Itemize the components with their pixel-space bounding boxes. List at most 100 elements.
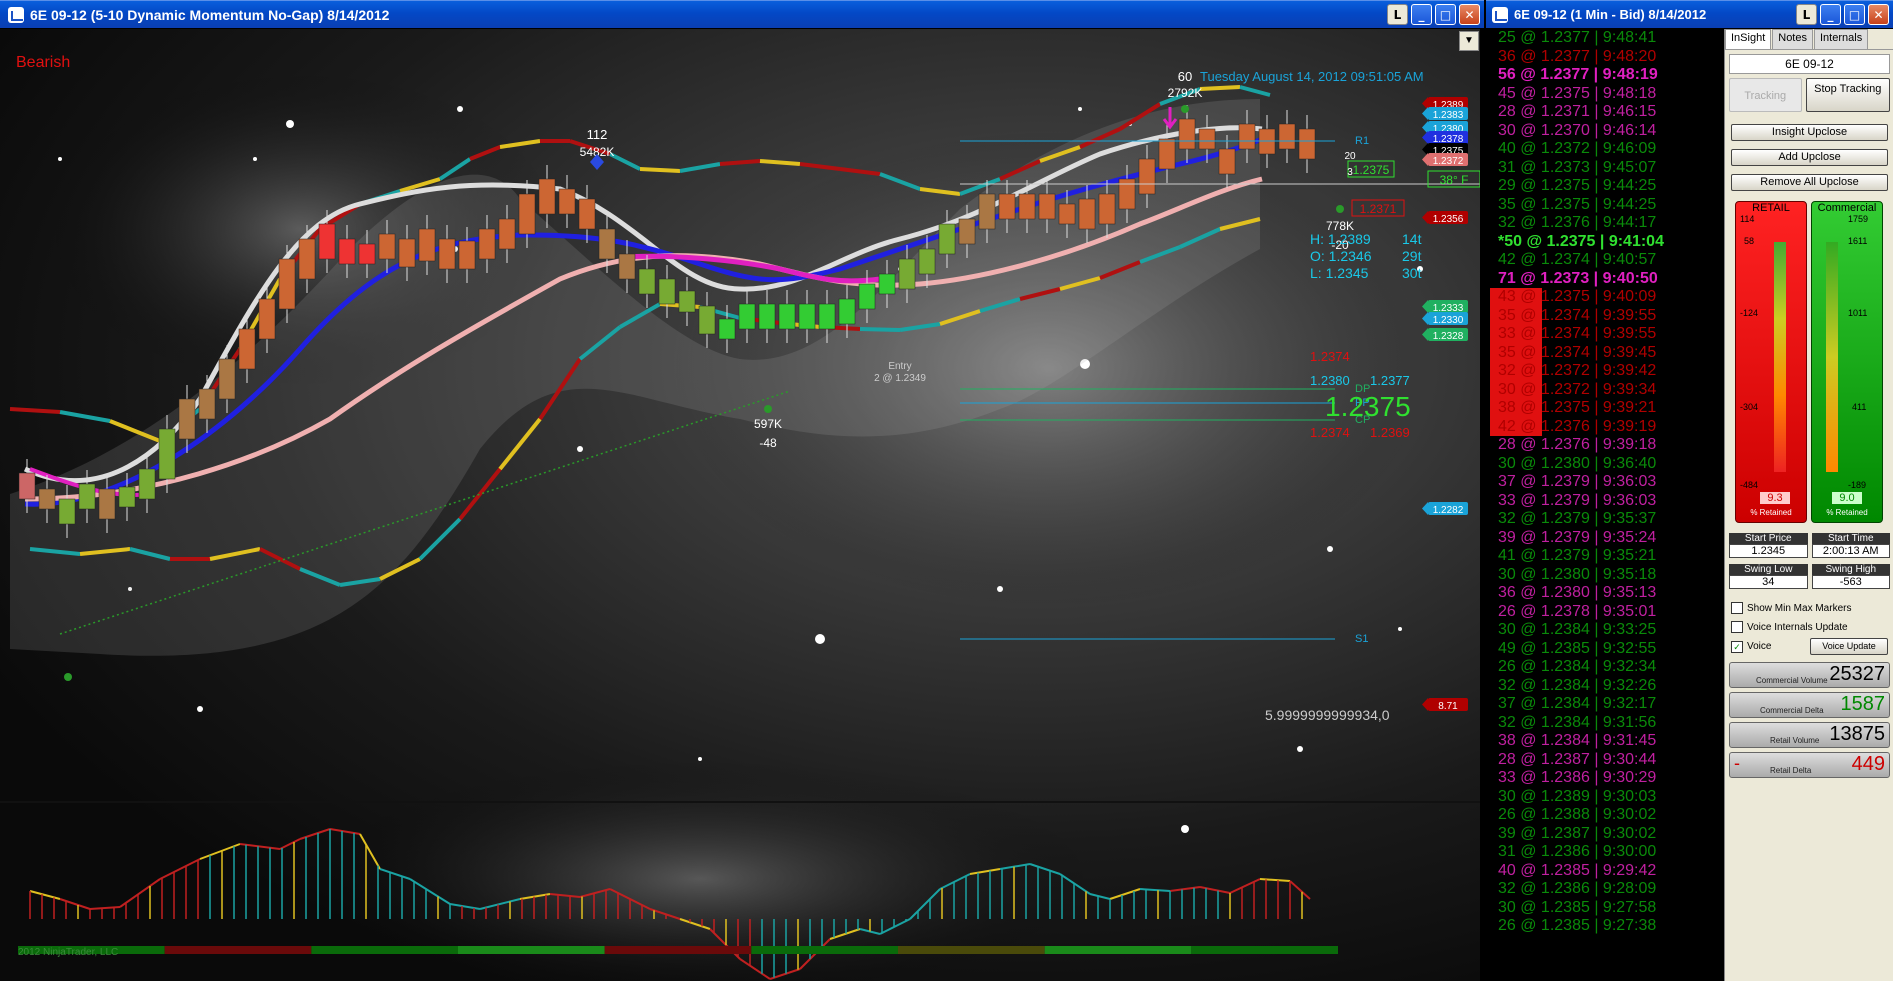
annotation-a2792: 2792K (1168, 86, 1203, 100)
close-button[interactable]: ✕ (1868, 4, 1889, 25)
candle (818, 303, 836, 330)
candle (338, 238, 356, 265)
show-min-max-label: Show Min Max Markers (1747, 603, 1852, 614)
tape-row: 30 @ 1.2370 | 9:46:14 (1498, 121, 1657, 139)
start-price-value: 1.2345 (1729, 544, 1808, 558)
tape-row: 29 @ 1.2375 | 9:44:25 (1498, 177, 1657, 194)
maximize-button[interactable]: □ (1435, 4, 1456, 25)
candle (418, 228, 436, 262)
price-tag: 1.2356 (1422, 211, 1468, 225)
tab-notes[interactable]: Notes (1772, 29, 1813, 49)
tape-row: 26 @ 1.2378 | 9:35:01 (1498, 602, 1657, 620)
candle (758, 303, 776, 330)
time-and-sales-tape[interactable]: 25 @ 1.2377 | 9:48:41 36 @ 1.2377 | 9:48:… (1490, 29, 1722, 981)
candle (278, 258, 296, 310)
chart-window-title: 6E 09-12 (5-10 Dynamic Momentum No-Gap) … (30, 6, 390, 23)
tape-row: 35 @ 1.2374 | 9:39:55 (1490, 306, 1722, 325)
maximize-button[interactable]: □ (1844, 4, 1865, 25)
retail-gauge: RETAIL 114 58 -124 -304 -484 9.3 % Retai… (1735, 201, 1807, 523)
stop-tracking-button[interactable]: Stop Tracking (1805, 78, 1890, 112)
candle (1238, 123, 1256, 150)
commercial-volume-value: 25327 (1829, 663, 1885, 685)
link-button[interactable]: L (1387, 4, 1408, 25)
candle (618, 253, 636, 280)
show-min-max-row[interactable]: Show Min Max Markers (1731, 599, 1888, 618)
add-upclose-button[interactable]: Add Upclose (1731, 149, 1888, 166)
remove-all-upclose-button[interactable]: Remove All Upclose (1731, 174, 1888, 191)
svg-text:8.71: 8.71 (1438, 701, 1458, 712)
link-button[interactable]: L (1796, 4, 1817, 25)
tab-internals[interactable]: Internals (1814, 29, 1869, 49)
candle (558, 188, 576, 215)
oscillator-line (1139, 888, 1171, 892)
price-tag: 1.2282 (1422, 502, 1468, 516)
tape-row: *50 @ 1.2375 | 9:41:04 (1498, 232, 1664, 250)
retail-delta-label: Retail Delta (1770, 766, 1812, 775)
candle (718, 318, 736, 340)
tape-row: 39 @ 1.2379 | 9:35:24 (1498, 528, 1657, 546)
tape-row: 30 @ 1.2389 | 9:30:03 (1498, 787, 1657, 805)
chart-dropdown-arrow[interactable]: ▼ (1459, 31, 1479, 51)
band-segment (1199, 85, 1241, 91)
voice-internals-row[interactable]: Voice Internals Update (1731, 618, 1888, 637)
show-min-max-checkbox[interactable] (1731, 602, 1743, 615)
commercial-scale-bottom: -189 (1848, 480, 1867, 490)
tape-row: 36 @ 1.2377 | 9:48:20 (1498, 47, 1657, 65)
svg-text:1.2330: 1.2330 (1433, 315, 1464, 326)
oscillator-line (1199, 886, 1231, 894)
tape-row: 43 @ 1.2375 | 9:40:09 (1490, 288, 1722, 307)
price-tag: 1.2383 (1422, 107, 1468, 121)
voice-internals-checkbox[interactable] (1731, 621, 1743, 634)
band-segment (1239, 85, 1271, 97)
candle (598, 228, 616, 260)
candle (738, 303, 756, 330)
band-segment (9, 407, 61, 414)
voice-row[interactable]: ✓ Voice Voice Update (1731, 637, 1888, 656)
chart-titlebar[interactable]: 6E 09-12 (5-10 Dynamic Momentum No-Gap) … (0, 0, 1484, 28)
band-segment (609, 152, 641, 171)
candle (1198, 128, 1216, 150)
tape-window-title: 6E 09-12 (1 Min - Bid) 8/14/2012 (1514, 7, 1707, 22)
candle (38, 488, 56, 510)
pivot-val-4: 1.2374 (1310, 425, 1350, 440)
tab-insight[interactable]: InSight (1725, 29, 1772, 49)
svg-text:1.2383: 1.2383 (1433, 110, 1464, 121)
signal-strip-segment (311, 946, 458, 954)
candle (438, 238, 456, 270)
tape-row: 30 @ 1.2380 | 9:35:18 (1498, 565, 1657, 583)
swing-low-label: Swing Low (1729, 564, 1808, 575)
start-time-label: Start Time (1811, 533, 1890, 544)
commercial-gauge-label: Commercial (1817, 202, 1877, 214)
tape-row: 49 @ 1.2385 | 9:32:55 (1498, 639, 1657, 657)
candle (678, 290, 696, 313)
candle (398, 238, 416, 268)
commercial-scale-2: 1011 (1848, 308, 1868, 318)
price-chart-canvas: 1.23891.23831.23801.23781.23751.23721.23… (0, 69, 1480, 981)
pane-divider (0, 801, 1480, 803)
swing-high-label: Swing High (1811, 564, 1890, 575)
voice-checkbox[interactable]: ✓ (1731, 640, 1743, 653)
candle (998, 193, 1016, 220)
tracking-button[interactable]: Tracking (1729, 78, 1802, 112)
svg-text:1.2356: 1.2356 (1433, 214, 1464, 225)
minimize-button[interactable]: _ (1820, 4, 1841, 25)
candle (798, 303, 816, 330)
candle (1158, 138, 1176, 170)
tape-row: 35 @ 1.2375 | 9:44:25 (1498, 195, 1657, 213)
candle (958, 218, 976, 245)
tape-row: 56 @ 1.2377 | 9:48:19 (1498, 66, 1658, 83)
candle (58, 498, 76, 525)
open-ticks: 29t (1402, 248, 1422, 264)
retail-scale-1: 58 (1744, 236, 1755, 246)
panel-tabs: InSight Notes Internals (1725, 29, 1893, 50)
insight-upclose-button[interactable]: Insight Upclose (1731, 124, 1888, 141)
band-segment (498, 417, 542, 471)
voice-update-button[interactable]: Voice Update (1810, 638, 1888, 655)
tape-row: 37 @ 1.2379 | 9:36:03 (1498, 473, 1657, 490)
close-button[interactable]: ✕ (1459, 4, 1480, 25)
price-chart[interactable]: 1.2389 1.2383 1.2380 1.2378 1.2375 1.2372 1.23… (0, 29, 1480, 981)
bearish-label: Bearish (16, 54, 71, 71)
candle (18, 472, 36, 500)
minimize-button[interactable]: _ (1411, 4, 1432, 25)
tape-titlebar[interactable]: 6E 09-12 (1 Min - Bid) 8/14/2012 L _ □ ✕ (1486, 0, 1893, 28)
